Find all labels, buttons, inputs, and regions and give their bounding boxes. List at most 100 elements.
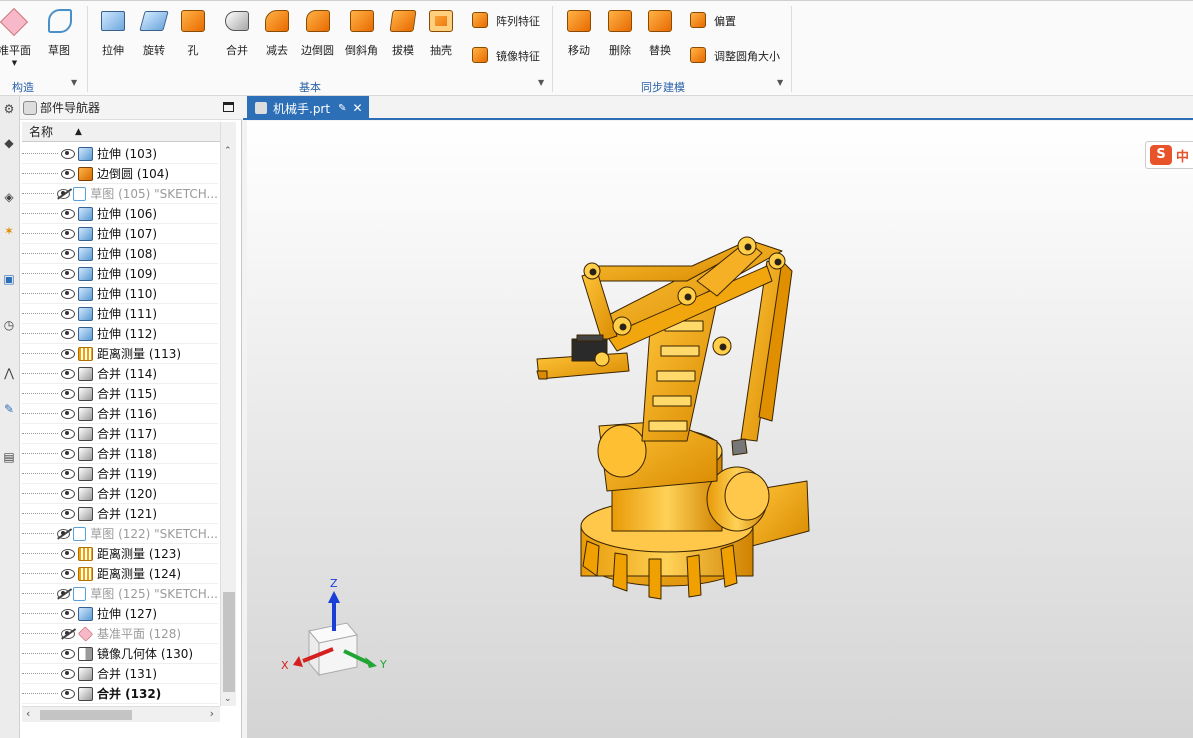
tree-row[interactable]: 边倒圆 (104) [22, 164, 218, 184]
tree-row[interactable]: 拉伸 (109) [22, 264, 218, 284]
sketch-button[interactable]: 草图 [44, 6, 74, 58]
visible-eye-icon[interactable] [61, 268, 75, 279]
scroll-right-icon[interactable]: › [210, 707, 214, 720]
horizontal-scrollbar[interactable]: ‹ › [22, 706, 220, 722]
dropdown-arrow-icon[interactable]: ▼ [12, 59, 17, 67]
tree-row[interactable]: 草图 (105) "SKETCH... [22, 184, 218, 204]
mirror-feature-button[interactable]: 镜像特征 [470, 45, 540, 67]
scroll-thumb[interactable] [40, 710, 132, 720]
datum-plane-button[interactable]: 准平面 ▼ [0, 6, 31, 67]
part-navigator-icon[interactable]: ◆ [2, 136, 16, 150]
chamfer-button[interactable]: 倒斜角 [345, 6, 378, 58]
offset-region-button[interactable]: 偏置 [688, 10, 736, 32]
hidden-eye-icon[interactable] [61, 628, 75, 639]
edge-blend-button[interactable]: 边倒圆 [301, 6, 334, 58]
visible-eye-icon[interactable] [61, 608, 75, 619]
visible-eye-icon[interactable] [61, 308, 75, 319]
hidden-eye-icon[interactable] [57, 188, 70, 199]
tree-row[interactable]: 合并 (131) [22, 664, 218, 684]
visible-eye-icon[interactable] [61, 148, 75, 159]
group-expand-icon[interactable]: ▼ [538, 78, 544, 87]
replace-face-button[interactable]: 替换 [645, 6, 675, 58]
scroll-left-icon[interactable]: ‹ [26, 707, 30, 720]
tree-row[interactable]: 合并 (118) [22, 444, 218, 464]
tree-row[interactable]: 拉伸 (108) [22, 244, 218, 264]
tree-row[interactable]: 距离测量 (123) [22, 544, 218, 564]
visible-eye-icon[interactable] [61, 648, 75, 659]
maximize-icon[interactable] [223, 102, 234, 112]
tree-row[interactable]: 合并 (114) [22, 364, 218, 384]
scroll-down-icon[interactable]: ⌄ [224, 694, 232, 704]
delete-face-button[interactable]: 删除 [605, 6, 635, 58]
visible-eye-icon[interactable] [61, 208, 75, 219]
pattern-feature-button[interactable]: 阵列特征 [470, 10, 540, 32]
visible-eye-icon[interactable] [61, 568, 75, 579]
close-icon[interactable]: ✕ [352, 101, 362, 115]
reuse-library-icon[interactable]: ▣ [2, 272, 16, 286]
column-header-name[interactable]: 名称 ▲ [22, 122, 220, 142]
visible-eye-icon[interactable] [61, 468, 75, 479]
tree-row[interactable]: 合并 (115) [22, 384, 218, 404]
group-expand-icon[interactable]: ▼ [777, 78, 783, 87]
tab-document[interactable]: 机械手.prt ✎ ✕ [247, 96, 369, 120]
visible-eye-icon[interactable] [61, 388, 75, 399]
tree-row[interactable]: 合并 (117) [22, 424, 218, 444]
tree-row[interactable]: 拉伸 (107) [22, 224, 218, 244]
hole-button[interactable]: 孔 [178, 6, 208, 58]
visible-eye-icon[interactable] [61, 288, 75, 299]
visible-eye-icon[interactable] [61, 368, 75, 379]
tree-row[interactable]: 合并 (116) [22, 404, 218, 424]
history-icon[interactable]: ◷ [2, 318, 16, 332]
tree-row[interactable]: 拉伸 (112) [22, 324, 218, 344]
visible-eye-icon[interactable] [61, 508, 75, 519]
roles-icon[interactable]: ▤ [2, 450, 16, 464]
draft-button[interactable]: 拔模 [388, 6, 418, 58]
resize-blend-button[interactable]: 调整圆角大小 [688, 45, 780, 67]
visible-eye-icon[interactable] [61, 248, 75, 259]
scroll-thumb[interactable] [223, 592, 235, 692]
hidden-eye-icon[interactable] [57, 528, 70, 539]
visible-eye-icon[interactable] [61, 168, 75, 179]
process-studio-icon[interactable]: ✎ [2, 402, 16, 416]
scroll-up-icon[interactable]: ⌃ [224, 146, 232, 156]
visible-eye-icon[interactable] [61, 328, 75, 339]
view-triad[interactable] [293, 591, 377, 677]
visible-eye-icon[interactable] [61, 448, 75, 459]
tree-row[interactable]: 拉伸 (106) [22, 204, 218, 224]
gear-icon[interactable]: ⚙ [2, 102, 16, 116]
vertical-scrollbar[interactable]: ⌃ ⌄ [220, 122, 236, 706]
tree-row[interactable]: 草图 (122) "SKETCH... [22, 524, 218, 544]
tree-row[interactable]: 合并 (121) [22, 504, 218, 524]
tree-row[interactable]: 拉伸 (103) [22, 144, 218, 164]
constraint-navigator-icon[interactable]: ✶ [2, 224, 16, 238]
web-browser-icon[interactable]: ⋀ [2, 366, 16, 380]
visible-eye-icon[interactable] [61, 688, 75, 699]
visible-eye-icon[interactable] [61, 428, 75, 439]
graphics-viewport[interactable]: S 中 Z X Y [247, 121, 1193, 738]
tree-row[interactable]: 拉伸 (111) [22, 304, 218, 324]
unite-button[interactable]: 合并 [222, 6, 252, 58]
move-face-button[interactable]: 移动 [564, 6, 594, 58]
tree-row[interactable]: 合并 (132) [22, 684, 218, 704]
group-expand-icon[interactable]: ▼ [71, 78, 77, 87]
tree-row[interactable]: 镜像几何体 (130) [22, 644, 218, 664]
tree-row[interactable]: 距离测量 (124) [22, 564, 218, 584]
tree-row[interactable]: 拉伸 (110) [22, 284, 218, 304]
tree-row[interactable]: 基准平面 (128) [22, 624, 218, 644]
extrude-button[interactable]: 拉伸 [98, 6, 128, 58]
hidden-eye-icon[interactable] [57, 588, 70, 599]
visible-eye-icon[interactable] [61, 548, 75, 559]
visible-eye-icon[interactable] [61, 408, 75, 419]
shell-button[interactable]: 抽壳 [426, 6, 456, 58]
tree-row[interactable]: 合并 (119) [22, 464, 218, 484]
visible-eye-icon[interactable] [61, 228, 75, 239]
visible-eye-icon[interactable] [61, 348, 75, 359]
tree-row[interactable]: 合并 (120) [22, 484, 218, 504]
visible-eye-icon[interactable] [61, 488, 75, 499]
model-canvas[interactable] [247, 121, 1193, 738]
revolve-button[interactable]: 旋转 [139, 6, 169, 58]
tree-row[interactable]: 拉伸 (127) [22, 604, 218, 624]
visible-eye-icon[interactable] [61, 668, 75, 679]
robot-arm-model[interactable] [536, 236, 810, 600]
tree-row[interactable]: 距离测量 (113) [22, 344, 218, 364]
